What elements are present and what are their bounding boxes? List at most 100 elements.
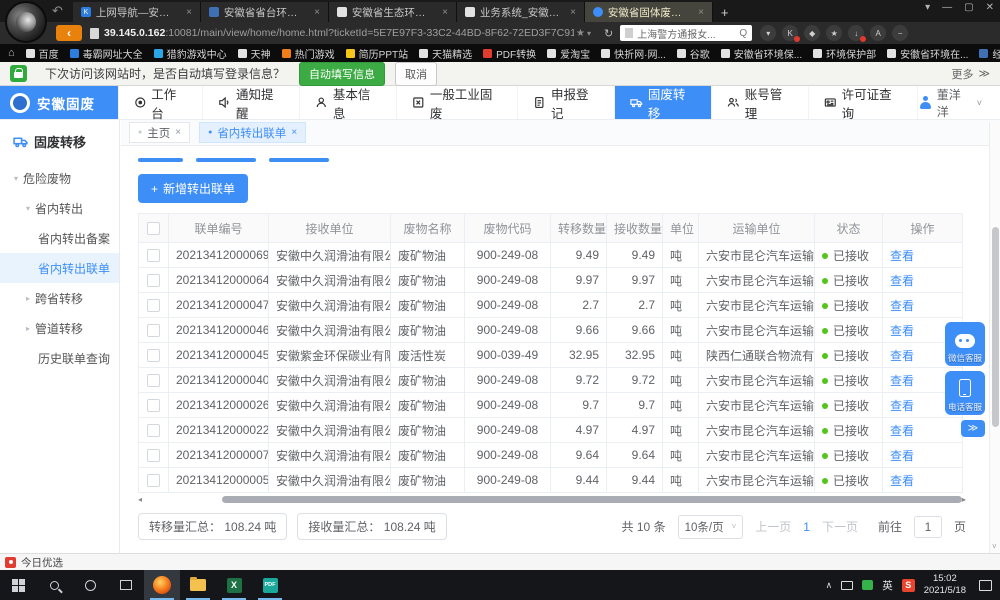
browser-tab[interactable]: 安徽省省台环境厅_... × xyxy=(201,2,329,22)
nav-workbench[interactable]: 工作台 xyxy=(118,86,203,119)
row-checkbox[interactable] xyxy=(147,299,160,312)
maximize-icon[interactable]: ▢ xyxy=(964,2,973,13)
sogou-icon[interactable]: S xyxy=(902,579,915,592)
scroll-down-icon[interactable]: ˅ xyxy=(992,542,997,551)
bookmark-item[interactable]: 简历PPT站 xyxy=(346,46,408,61)
browser-tab[interactable]: K 上网导航—安全快捷... × xyxy=(73,2,201,22)
bookmark-item[interactable]: 热门游戏 xyxy=(282,46,335,61)
bookmark-item[interactable]: 快折网·网... xyxy=(601,46,666,61)
next-page-button[interactable]: 下一页 xyxy=(822,518,858,535)
tab-outbound-manifest[interactable]: ● 省内转出联单 × xyxy=(199,122,306,143)
nav-industrial-waste[interactable]: 一般工业固废 xyxy=(396,86,517,119)
tray-expand-icon[interactable]: ∧ xyxy=(826,580,833,591)
bookmark-item[interactable]: 猎豹游戏中心 xyxy=(154,46,227,61)
taskbar-clock[interactable]: 15:02 2021/5/18 xyxy=(924,573,966,597)
account-icon[interactable]: A xyxy=(870,25,886,41)
close-icon[interactable]: × xyxy=(570,7,576,18)
lock-icon[interactable]: ◆ xyxy=(804,25,820,41)
nav-notifications[interactable]: 通知提醒 xyxy=(202,86,299,119)
select-all-checkbox[interactable] xyxy=(147,222,160,235)
view-link[interactable]: 查看 xyxy=(890,324,914,338)
view-link[interactable]: 查看 xyxy=(890,299,914,313)
browser-taskbar-button[interactable] xyxy=(144,570,180,600)
row-checkbox[interactable] xyxy=(147,274,160,287)
view-link[interactable]: 查看 xyxy=(890,349,914,363)
bookmark-star-icon[interactable]: ★ xyxy=(576,28,585,39)
sidebar-item-outbound-record[interactable]: 省内转出备案 xyxy=(0,223,119,253)
new-tab-button[interactable]: + xyxy=(721,5,729,20)
tab-home[interactable]: ● 主页 × xyxy=(129,122,190,143)
bookmark-item[interactable]: 安徽省环境保... xyxy=(721,46,802,61)
browser-logo-icon[interactable] xyxy=(5,1,47,43)
nav-declaration[interactable]: 申报登记 xyxy=(517,86,614,119)
cortana-button[interactable] xyxy=(72,570,108,600)
download-icon[interactable]: ↓ xyxy=(848,25,864,41)
start-button[interactable] xyxy=(0,570,36,600)
close-icon[interactable]: × xyxy=(291,127,297,138)
skin-icon[interactable]: ▾ xyxy=(925,2,930,13)
bookmark-item[interactable]: 经典的企业... xyxy=(979,46,1000,61)
excel-taskbar-button[interactable]: X xyxy=(216,570,252,600)
bookmark-item[interactable]: 谷歌 xyxy=(677,46,710,61)
sidebar-item-history-query[interactable]: 历史联单查询 xyxy=(0,343,119,373)
row-checkbox[interactable] xyxy=(147,424,160,437)
bookmark-item[interactable]: PDF转换 xyxy=(483,46,536,61)
wechat-service-button[interactable]: 微信客服 xyxy=(945,322,985,366)
url-field[interactable]: 39.145.0.162:10081/main/view/home/home.h… xyxy=(104,27,574,39)
view-link[interactable]: 查看 xyxy=(890,249,914,263)
scrollbar-thumb[interactable] xyxy=(222,496,962,503)
row-checkbox[interactable] xyxy=(147,249,160,262)
home-icon[interactable]: ⌂ xyxy=(8,47,15,59)
nav-waste-transfer[interactable]: 固废转移 xyxy=(614,86,711,119)
row-checkbox[interactable] xyxy=(147,324,160,337)
view-link[interactable]: 查看 xyxy=(890,424,914,438)
view-link[interactable]: 查看 xyxy=(890,399,914,413)
file-explorer-button[interactable] xyxy=(180,570,216,600)
add-manifest-button[interactable]: + 新增转出联单 xyxy=(138,174,248,203)
pdf-taskbar-button[interactable]: PDF xyxy=(252,570,288,600)
scroll-left-icon[interactable]: ◂ xyxy=(138,495,142,504)
action-center-icon[interactable] xyxy=(979,580,992,591)
close-icon[interactable]: × xyxy=(442,7,448,18)
bookmark-item[interactable]: 环境保护部 xyxy=(813,46,876,61)
sidebar-item-cross-province[interactable]: ▸ 跨省转移 xyxy=(0,283,119,313)
more-button[interactable]: 更多 ≫ xyxy=(951,66,990,82)
view-link[interactable]: 查看 xyxy=(890,274,914,288)
bookmark-item[interactable]: 百度 xyxy=(26,46,59,61)
row-checkbox[interactable] xyxy=(147,474,160,487)
display-icon[interactable] xyxy=(841,581,853,590)
menu-icon[interactable]: − xyxy=(892,25,908,41)
taskbar-search-button[interactable] xyxy=(36,570,72,600)
undo-icon[interactable]: ↶ xyxy=(52,3,63,19)
back-button[interactable]: ‹ xyxy=(56,25,82,41)
table-horizontal-scrollbar[interactable]: ◂ ▸ xyxy=(138,495,962,504)
bookmark-item[interactable]: 爱淘宝 xyxy=(547,46,590,61)
nav-account[interactable]: 账号管理 xyxy=(711,86,808,119)
browser-tab-active[interactable]: 安徽省固体废物管理 × xyxy=(585,2,713,22)
sidebar-item-intra-province-out[interactable]: ▾ 省内转出 xyxy=(0,193,119,223)
nav-basic-info[interactable]: 基本信息 xyxy=(299,86,396,119)
current-page[interactable]: 1 xyxy=(803,520,810,534)
search-input[interactable]: 上海警方通报女... Q xyxy=(620,25,752,41)
bookmark-item[interactable]: 天猫精选 xyxy=(419,46,472,61)
row-checkbox[interactable] xyxy=(147,449,160,462)
phone-service-button[interactable]: 电话客服 xyxy=(945,371,985,415)
view-link[interactable]: 查看 xyxy=(890,474,914,488)
ime-indicator[interactable]: 英 xyxy=(882,578,893,593)
goto-page-input[interactable]: 1 xyxy=(914,516,942,538)
browser-tab[interactable]: 业务系统_安徽省生... × xyxy=(457,2,585,22)
view-link[interactable]: 查看 xyxy=(890,449,914,463)
dropdown-icon[interactable]: ▾ xyxy=(760,25,776,41)
page-vertical-scrollbar[interactable]: ˅ xyxy=(989,122,1000,553)
row-checkbox[interactable] xyxy=(147,399,160,412)
collapse-service-button[interactable]: ≫ xyxy=(961,420,985,437)
row-checkbox[interactable] xyxy=(147,374,160,387)
sidebar-item-hazardous-waste[interactable]: ▾ 危险废物 xyxy=(0,163,119,193)
close-icon[interactable]: × xyxy=(186,7,192,18)
bookmark-item[interactable]: 安徽省环境在... xyxy=(887,46,968,61)
page-size-select[interactable]: 10条/页 ˅ xyxy=(678,515,744,539)
deals-label[interactable]: 今日优选 xyxy=(21,555,63,570)
refresh-icon[interactable]: ↻ xyxy=(604,27,613,40)
close-icon[interactable]: × xyxy=(698,7,704,18)
cancel-button[interactable]: 取消 xyxy=(395,62,437,86)
